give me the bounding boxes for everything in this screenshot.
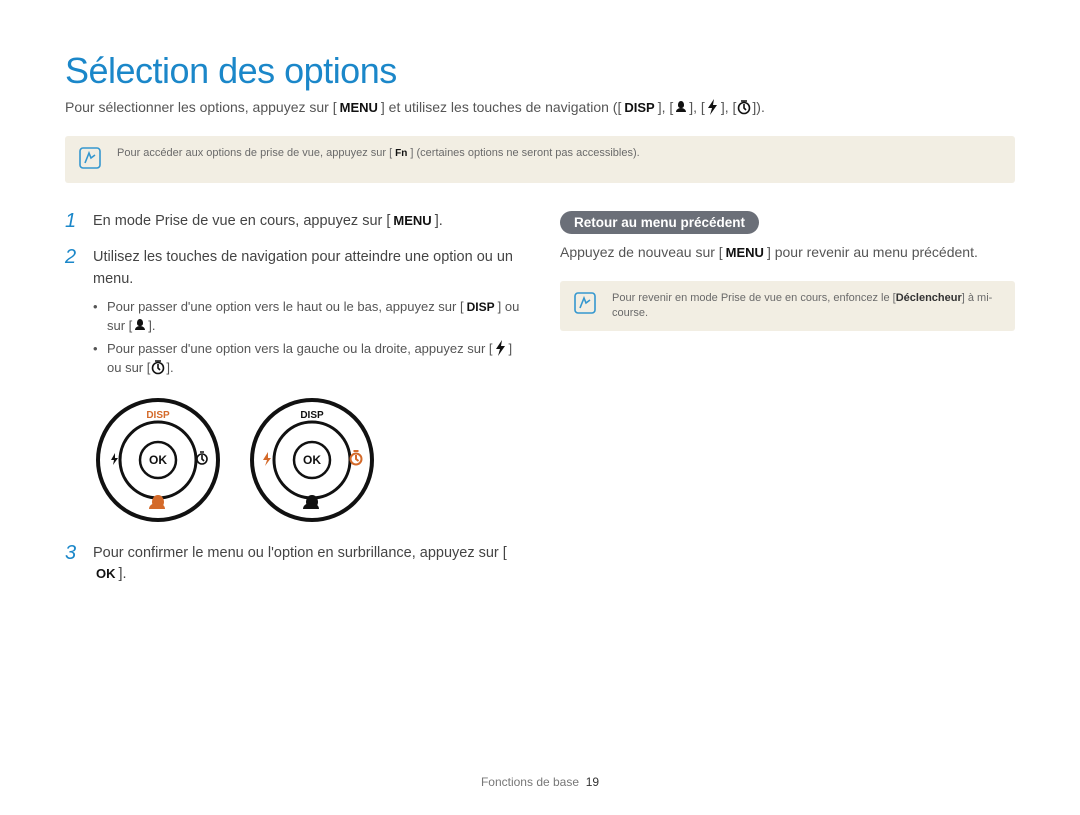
intro-paragraph: Pour sélectionner les options, appuyez s… <box>65 98 1015 118</box>
para-a: Appuyez de nouveau sur [ <box>560 244 723 260</box>
menu-key-label: MENU <box>723 243 767 263</box>
intro-text-1: Pour sélectionner les options, appuyez s… <box>65 99 337 115</box>
steps-list-cont: 3 Pour confirmer le menu ou l'option en … <box>65 543 520 587</box>
section-chip-return: Retour au menu précédent <box>560 211 759 234</box>
intro-text-2: ] et utilisez les touches de navigation … <box>381 99 621 115</box>
right-column: Retour au menu précédent Appuyez de nouv… <box>560 211 1015 600</box>
sep: ], [ <box>689 99 705 115</box>
step-2: 2 Utilisez les touches de navigation pou… <box>65 247 520 381</box>
step2-line1: Utilisez les touches de navigation pour … <box>93 249 513 287</box>
page-number: 19 <box>586 775 599 789</box>
macro-icon <box>673 99 689 115</box>
note-icon <box>574 292 596 319</box>
page-footer: Fonctions de base 19 <box>0 775 1080 789</box>
step3-a: Pour confirmer le menu ou l'option en su… <box>93 545 507 561</box>
shutter-label: Déclencheur <box>896 292 962 304</box>
svg-text:DISP: DISP <box>146 410 170 421</box>
sep: ], [ <box>721 99 737 115</box>
step2-sub2: Pour passer d'une option vers la gauche … <box>93 339 520 378</box>
sub2-a: Pour passer d'une option vers la gauche … <box>107 341 493 356</box>
timer-icon <box>736 99 752 115</box>
para-b: ] pour revenir au menu précédent. <box>767 244 978 260</box>
note1-after: ] (certaines options ne seront pas acces… <box>410 147 639 159</box>
note-icon <box>79 147 101 174</box>
flash-icon <box>493 340 509 356</box>
dials-row: OK DISP OK DISP <box>93 395 520 525</box>
step-num-1: 1 <box>65 211 83 231</box>
step3-b: ]. <box>119 566 127 582</box>
flash-icon <box>705 99 721 115</box>
svg-text:OK: OK <box>149 453 167 467</box>
step2-sub1: Pour passer d'une option vers le haut ou… <box>93 297 520 336</box>
step1-text-b: ]. <box>435 213 443 229</box>
ok-key-label: OK <box>93 564 119 584</box>
disp-key-label: DISP <box>464 298 498 316</box>
step-num-2: 2 <box>65 247 83 267</box>
intro-end: ]). <box>752 99 764 115</box>
macro-icon <box>132 317 148 333</box>
sub1-c: ]. <box>148 318 155 333</box>
disp-key-label: DISP <box>621 99 657 117</box>
note1-before: Pour accéder aux options de prise de vue… <box>117 147 392 159</box>
note-box-shutter: Pour revenir en mode Prise de vue en cou… <box>560 281 1015 331</box>
step-3: 3 Pour confirmer le menu ou l'option en … <box>65 543 520 587</box>
svg-text:OK: OK <box>303 453 321 467</box>
left-column: 1 En mode Prise de vue en cours, appuyez… <box>65 211 520 600</box>
page-title: Sélection des options <box>65 50 1015 92</box>
sub2-c: ]. <box>166 360 173 375</box>
note2-a: Pour revenir en mode Prise de vue en cou… <box>612 292 896 304</box>
step1-text-a: En mode Prise de vue en cours, appuyez s… <box>93 213 390 229</box>
nav-dial-vertical: OK DISP <box>93 395 223 525</box>
menu-key-label: MENU <box>390 211 434 231</box>
svg-text:DISP: DISP <box>300 410 324 421</box>
timer-icon <box>150 359 166 375</box>
menu-key-label: MENU <box>337 99 381 117</box>
fn-key-label: Fn <box>392 147 410 161</box>
return-paragraph: Appuyez de nouveau sur [MENU] pour reven… <box>560 242 1015 263</box>
step-1: 1 En mode Prise de vue en cours, appuyez… <box>65 211 520 233</box>
nav-dial-horizontal: OK DISP <box>247 395 377 525</box>
step-num-3: 3 <box>65 543 83 563</box>
steps-list: 1 En mode Prise de vue en cours, appuyez… <box>65 211 520 380</box>
sub1-a: Pour passer d'une option vers le haut ou… <box>107 299 464 314</box>
note-box-fn: Pour accéder aux options de prise de vue… <box>65 136 1015 184</box>
footer-section: Fonctions de base <box>481 775 579 789</box>
sep: ], [ <box>658 99 674 115</box>
